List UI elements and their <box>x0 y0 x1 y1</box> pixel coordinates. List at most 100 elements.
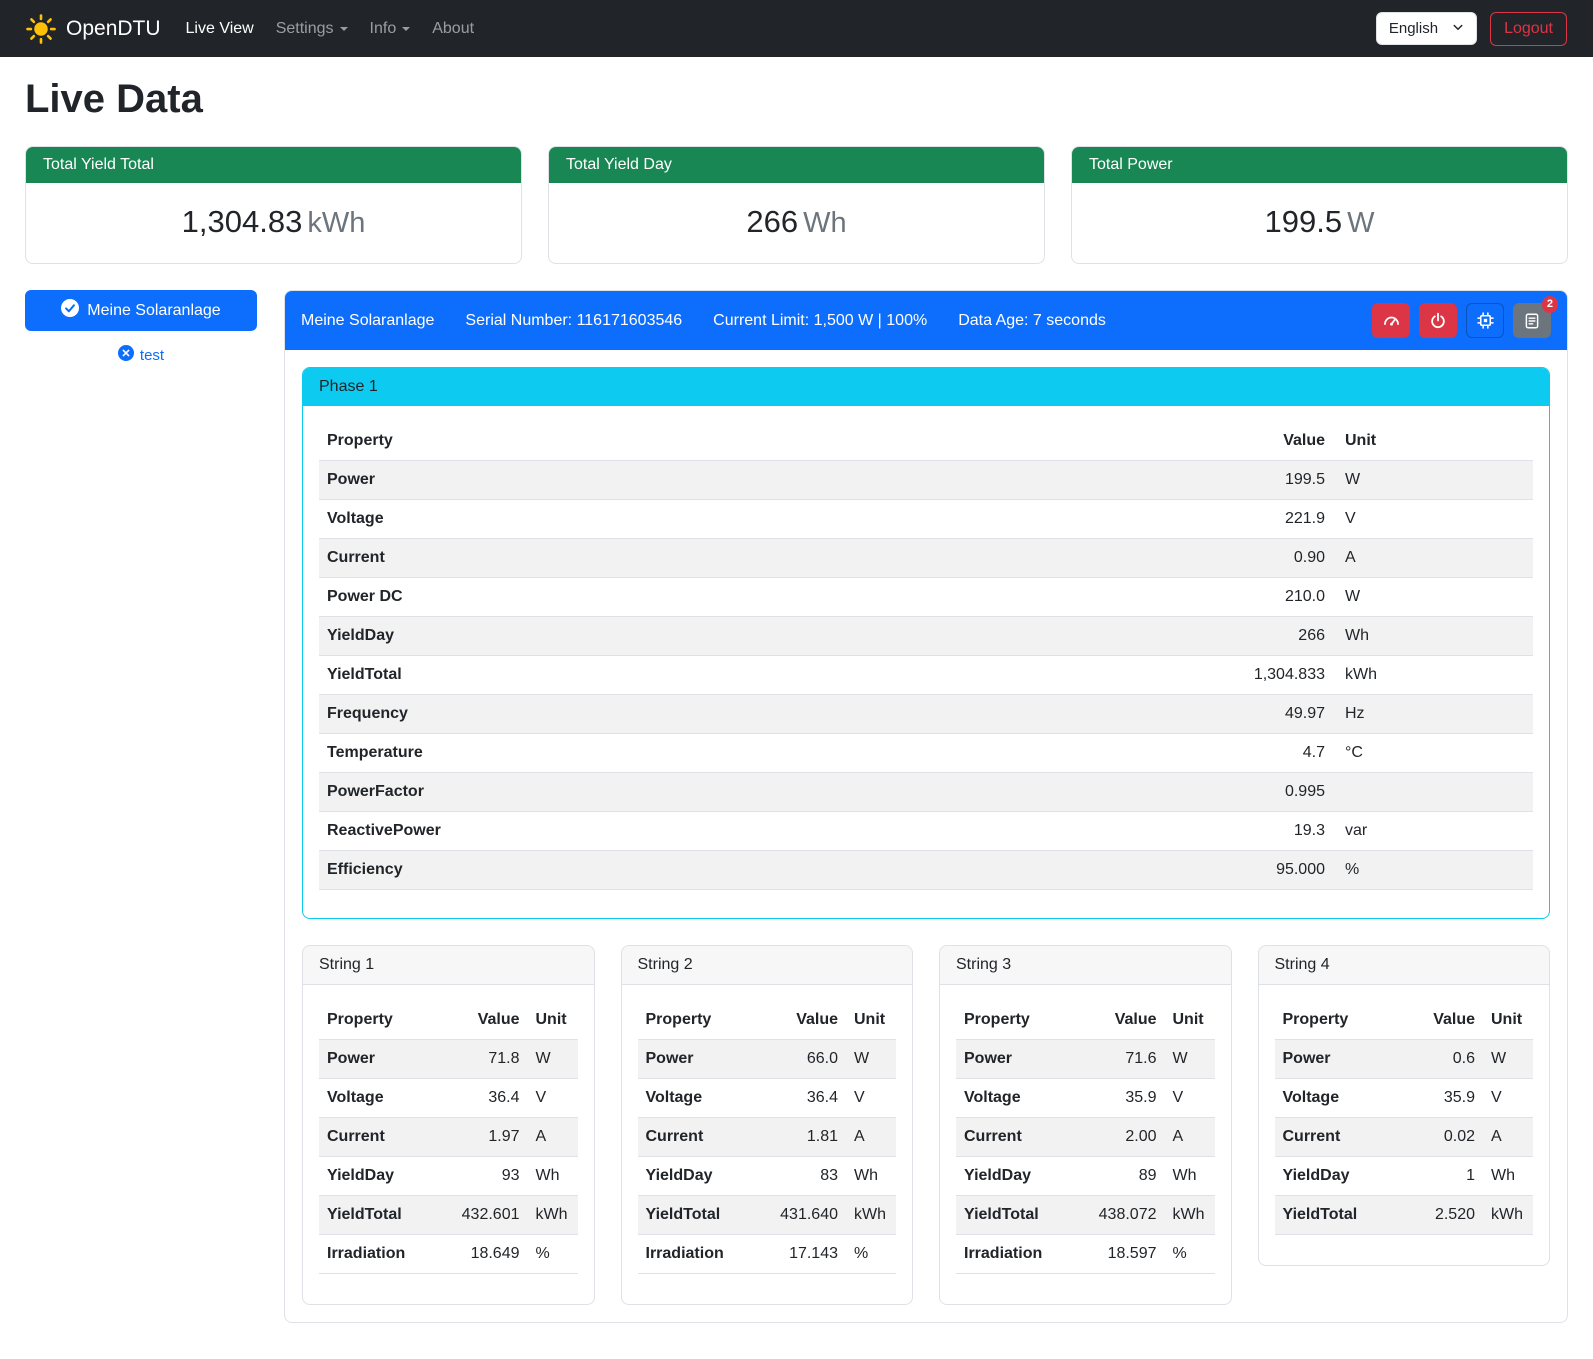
unit-cell: % <box>528 1235 578 1274</box>
value-cell: 95.000 <box>1198 851 1333 890</box>
value-cell: 0.02 <box>1403 1118 1483 1157</box>
table-header-row: Property Value Unit <box>1275 1001 1534 1040</box>
card-title: Total Yield Day <box>549 147 1044 183</box>
property-cell: Current <box>319 539 1198 578</box>
language-select[interactable]: English <box>1376 12 1477 45</box>
string-table: Property Value Unit Power 0.6 W <box>1275 1001 1534 1235</box>
nav-settings-label: Settings <box>276 20 334 38</box>
string-3-card: String 3 Property Value Unit <box>939 945 1232 1305</box>
inverter-select-button[interactable]: Meine Solaranlage <box>25 290 257 331</box>
value-cell: 2.00 <box>1085 1118 1165 1157</box>
string-body: Property Value Unit Power 0.6 W <box>1259 985 1550 1265</box>
string-title: String 2 <box>622 946 913 985</box>
table-header-row: Property Value Unit <box>638 1001 897 1040</box>
card-unit: W <box>1347 207 1374 239</box>
string-table-body: Power 71.8 W Voltage 36.4 V Current <box>319 1040 578 1274</box>
table-row: Irradiation 18.649 % <box>319 1235 578 1274</box>
unit-cell: V <box>1165 1079 1215 1118</box>
string-table-body: Power 0.6 W Voltage 35.9 V Current <box>1275 1040 1534 1235</box>
table-row: YieldTotal 1,304.833 kWh <box>319 656 1533 695</box>
unit-cell: % <box>1333 851 1533 890</box>
table-row: YieldTotal 432.601 kWh <box>319 1196 578 1235</box>
table-row: Voltage 35.9 V <box>956 1079 1215 1118</box>
event-count-badge: 2 <box>1542 296 1558 313</box>
main-row: Meine Solaranlage test Meine Solaranlage… <box>25 290 1568 1349</box>
value-header: Value <box>1085 1001 1165 1040</box>
nav-info[interactable]: Info <box>359 12 422 46</box>
property-header: Property <box>638 1001 767 1040</box>
nav-settings[interactable]: Settings <box>265 12 359 46</box>
value-cell: 431.640 <box>766 1196 846 1235</box>
card-title: Total Power <box>1072 147 1567 183</box>
property-cell: Irradiation <box>319 1235 448 1274</box>
table-row: Power 199.5 W <box>319 461 1533 500</box>
power-button[interactable] <box>1419 303 1457 338</box>
cpu-icon <box>1476 311 1495 330</box>
value-cell: 49.97 <box>1198 695 1333 734</box>
brand[interactable]: OpenDTU <box>26 14 161 44</box>
nav-about[interactable]: About <box>421 12 485 46</box>
table-row: Current 0.90 A <box>319 539 1533 578</box>
event-log-button[interactable]: 2 <box>1513 303 1551 338</box>
sun-logo-icon <box>26 14 56 44</box>
inverter-name: Meine Solaranlage <box>301 312 434 330</box>
unit-cell: kWh <box>1483 1196 1533 1235</box>
unit-cell: kWh <box>528 1196 578 1235</box>
unit-cell: Hz <box>1333 695 1533 734</box>
unit-cell: W <box>1333 578 1533 617</box>
property-cell: Current <box>1275 1118 1404 1157</box>
string-body: Property Value Unit Power 66.0 W <box>622 985 913 1304</box>
table-row: Current 0.02 A <box>1275 1118 1534 1157</box>
unit-cell: % <box>846 1235 896 1274</box>
value-cell: 18.649 <box>448 1235 528 1274</box>
inverter-panel-body: Phase 1 Property Value Unit <box>285 350 1567 1322</box>
phase-table-body: Power 199.5 W Voltage 221.9 V Current 0. <box>319 461 1533 890</box>
limit-settings-button[interactable] <box>1372 303 1410 338</box>
table-row: YieldDay 89 Wh <box>956 1157 1215 1196</box>
property-cell: ReactivePower <box>319 812 1198 851</box>
unit-cell: A <box>1483 1118 1533 1157</box>
page-title: Live Data <box>25 77 1568 122</box>
value-cell: 199.5 <box>1198 461 1333 500</box>
value-cell: 1.81 <box>766 1118 846 1157</box>
card-unit: Wh <box>803 207 847 239</box>
table-row: Current 1.81 A <box>638 1118 897 1157</box>
unit-cell: °C <box>1333 734 1533 773</box>
string-table: Property Value Unit Power 66.0 W <box>638 1001 897 1274</box>
inverter-select-label: Meine Solaranlage <box>87 302 220 320</box>
property-header: Property <box>1275 1001 1404 1040</box>
card-unit: kWh <box>307 207 365 239</box>
table-row: Power DC 210.0 W <box>319 578 1533 617</box>
property-cell: YieldTotal <box>319 1196 448 1235</box>
nav-links: Live View Settings Info About <box>175 12 486 46</box>
unit-cell: V <box>846 1079 896 1118</box>
logout-button[interactable]: Logout <box>1490 12 1567 46</box>
value-cell: 210.0 <box>1198 578 1333 617</box>
value-cell: 2.520 <box>1403 1196 1483 1235</box>
card-value-row: 1,304.83kWh <box>26 183 521 263</box>
table-row: Power 66.0 W <box>638 1040 897 1079</box>
property-cell: YieldDay <box>319 617 1198 656</box>
nav-live-view[interactable]: Live View <box>175 12 265 46</box>
unit-cell: W <box>528 1040 578 1079</box>
device-info-button[interactable] <box>1466 303 1504 338</box>
property-cell: Power <box>319 1040 448 1079</box>
x-circle-icon <box>118 345 134 365</box>
table-row: YieldTotal 2.520 kWh <box>1275 1196 1534 1235</box>
unit-header: Unit <box>1333 422 1533 461</box>
unit-cell: A <box>528 1118 578 1157</box>
table-row: YieldTotal 431.640 kWh <box>638 1196 897 1235</box>
string-title: String 3 <box>940 946 1231 985</box>
value-header: Value <box>1403 1001 1483 1040</box>
power-icon <box>1429 312 1447 330</box>
property-cell: YieldTotal <box>1275 1196 1404 1235</box>
unit-cell: W <box>1483 1040 1533 1079</box>
property-cell: Temperature <box>319 734 1198 773</box>
inverter-test-link[interactable]: test <box>25 345 257 365</box>
value-cell: 221.9 <box>1198 500 1333 539</box>
value-cell: 71.8 <box>448 1040 528 1079</box>
brand-name: OpenDTU <box>66 17 161 41</box>
card-value: 1,304.83 <box>182 204 303 239</box>
unit-cell: Wh <box>528 1157 578 1196</box>
table-row: Efficiency 95.000 % <box>319 851 1533 890</box>
